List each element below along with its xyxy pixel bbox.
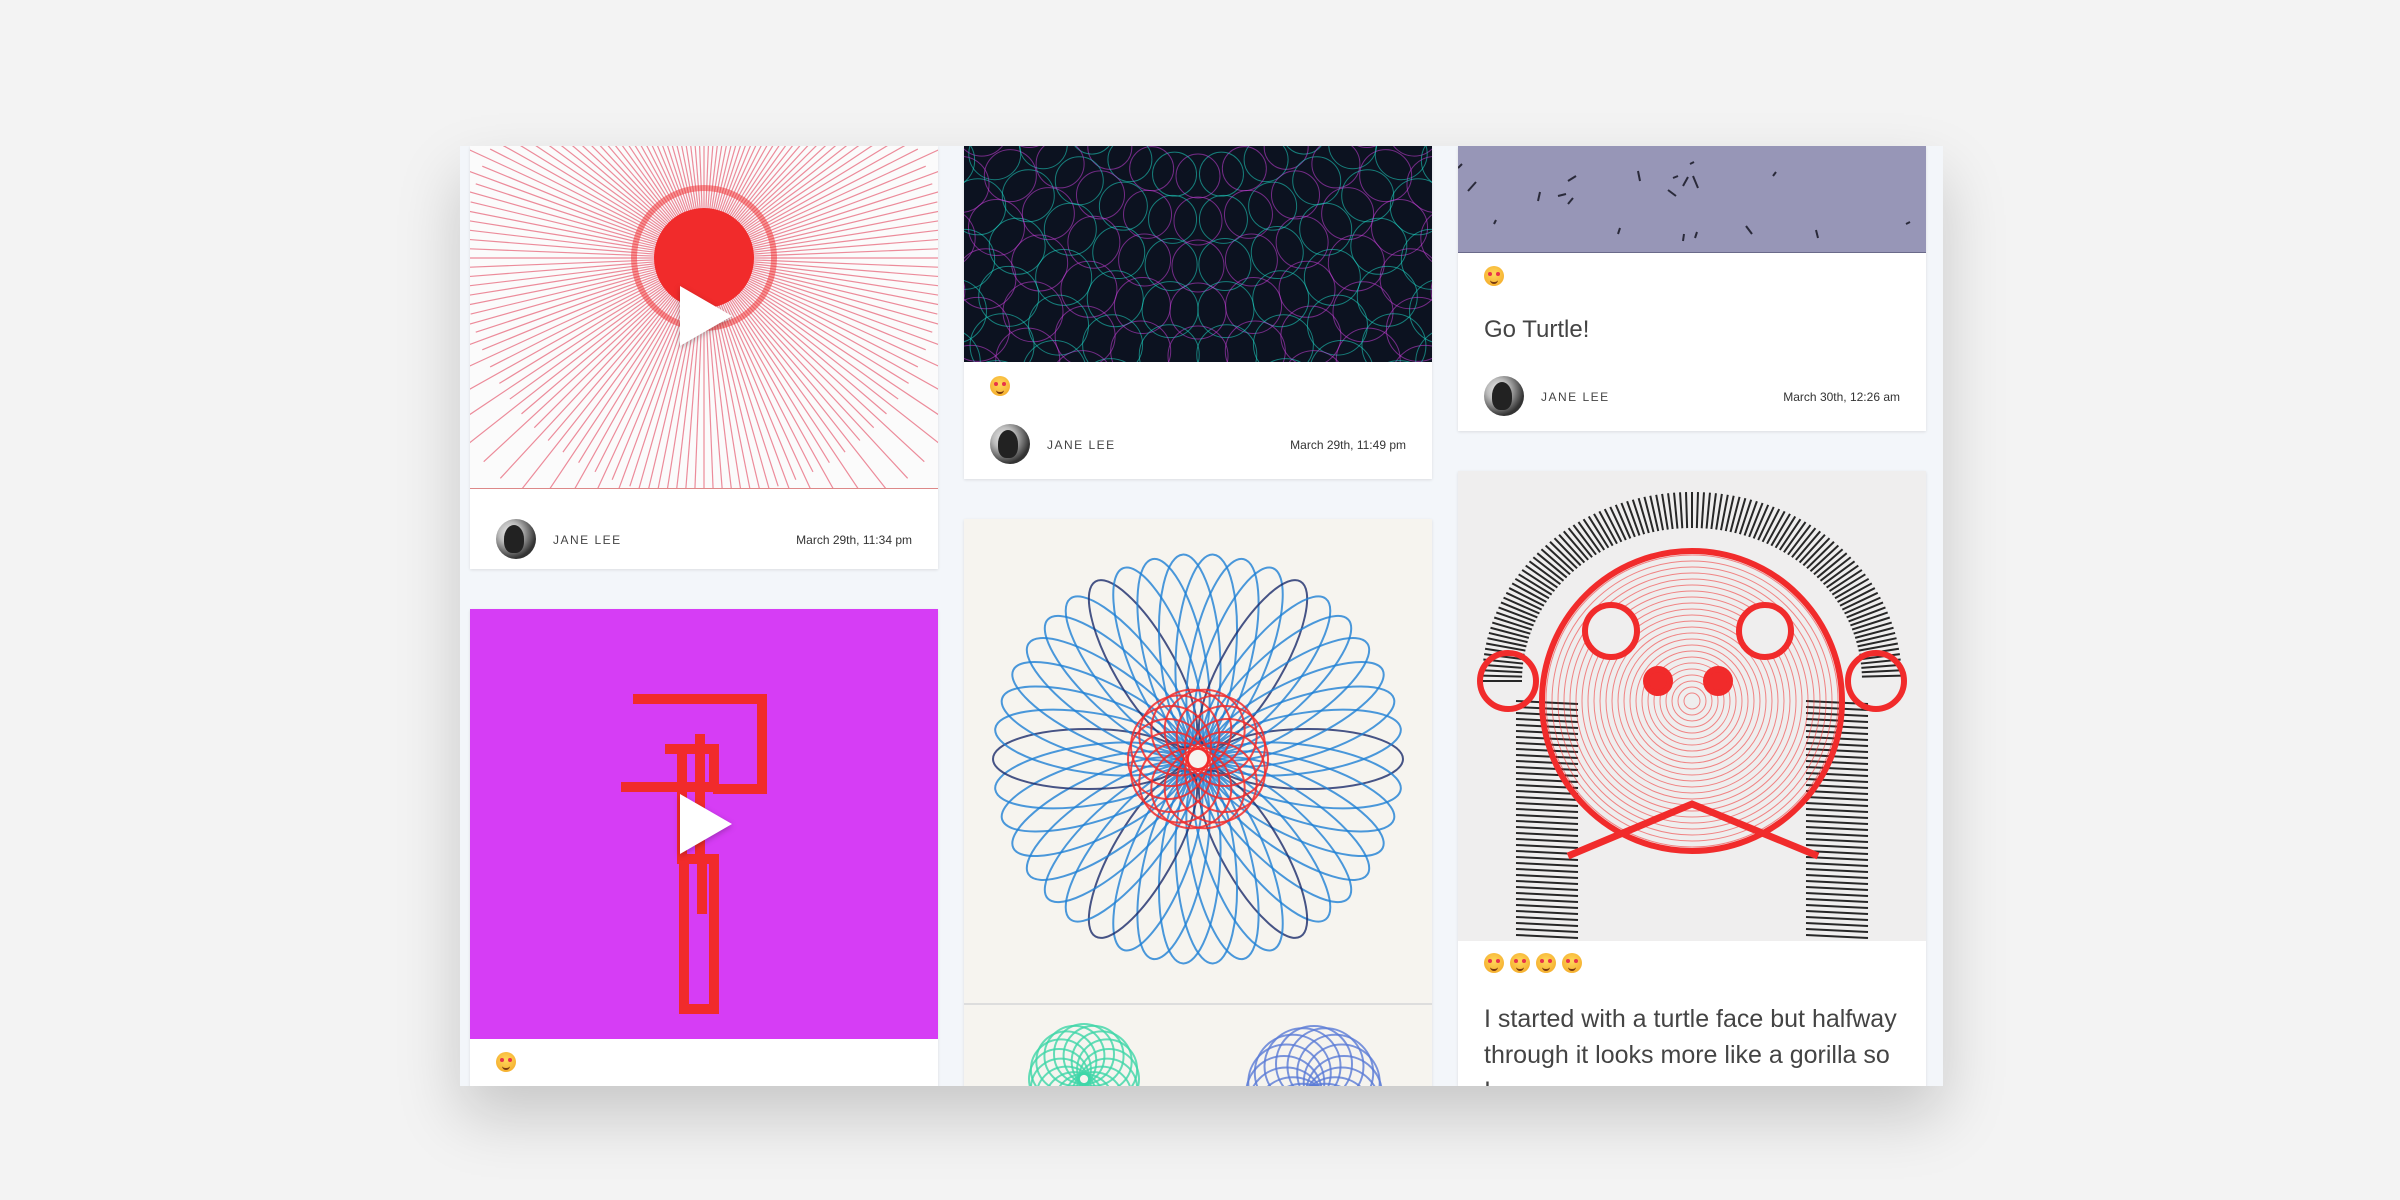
author-name[interactable]: JANE LEE xyxy=(553,533,622,547)
avatar[interactable] xyxy=(990,424,1030,464)
heart-eyes-emoji-icon[interactable] xyxy=(1562,953,1582,973)
post-card-purple[interactable] xyxy=(470,609,938,1086)
post-title: Go Turtle! xyxy=(1484,316,1590,343)
post-card-red-burst[interactable]: JANE LEE March 29th, 11:34 pm xyxy=(470,146,938,569)
heart-eyes-emoji-icon[interactable] xyxy=(1484,266,1504,286)
dashes-drawing xyxy=(1458,161,1911,242)
play-icon[interactable] xyxy=(680,794,732,854)
post-meta: JANE LEE March 29th, 11:49 pm xyxy=(964,409,1432,479)
heart-eyes-emoji-icon[interactable] xyxy=(496,1052,516,1072)
author-name[interactable]: JANE LEE xyxy=(1541,390,1610,404)
play-icon[interactable] xyxy=(680,286,732,346)
post-date: March 29th, 11:49 pm xyxy=(1290,438,1406,452)
heart-eyes-emoji-icon[interactable] xyxy=(1536,953,1556,973)
post-image[interactable] xyxy=(964,519,1432,1086)
heart-eyes-emoji-icon[interactable] xyxy=(990,376,1010,396)
spirograph-drawing xyxy=(964,553,1432,1086)
heart-eyes-emoji-icon[interactable] xyxy=(1484,953,1504,973)
post-card-gorilla[interactable]: I started with a turtle face but halfway… xyxy=(1458,471,1926,1086)
post-image[interactable] xyxy=(964,146,1432,362)
gallery-frame: JANE LEE March 29th, 11:34 pm JANE LEE M… xyxy=(460,146,1943,1086)
author-name[interactable]: JANE LEE xyxy=(1047,438,1116,452)
reactions[interactable] xyxy=(1484,266,1510,290)
post-card-go-turtle[interactable]: Go Turtle! JANE LEE March 30th, 12:26 am xyxy=(1458,146,1926,431)
post-meta: JANE LEE March 30th, 12:26 am xyxy=(1458,361,1926,431)
post-meta: JANE LEE March 29th, 11:34 pm xyxy=(470,504,938,569)
reactions[interactable] xyxy=(990,376,1016,400)
post-date: March 29th, 11:34 pm xyxy=(796,533,912,547)
avatar[interactable] xyxy=(496,519,536,559)
post-image[interactable] xyxy=(470,146,938,489)
reactions[interactable] xyxy=(1484,953,1588,977)
post-card-teal-pattern[interactable]: JANE LEE March 29th, 11:49 pm xyxy=(964,146,1432,479)
teal-pattern-drawing xyxy=(964,146,1432,362)
post-date: March 30th, 12:26 am xyxy=(1783,390,1900,404)
post-text: I started with a turtle face but halfway… xyxy=(1484,1005,1897,1086)
avatar[interactable] xyxy=(1484,376,1524,416)
post-image[interactable] xyxy=(470,609,938,1039)
post-image[interactable] xyxy=(1458,146,1926,253)
post-image[interactable] xyxy=(1458,471,1926,941)
heart-eyes-emoji-icon[interactable] xyxy=(1510,953,1530,973)
post-card-spirograph[interactable] xyxy=(964,519,1432,1086)
reactions[interactable] xyxy=(496,1052,522,1076)
gorilla-face-drawing xyxy=(1477,492,1907,939)
